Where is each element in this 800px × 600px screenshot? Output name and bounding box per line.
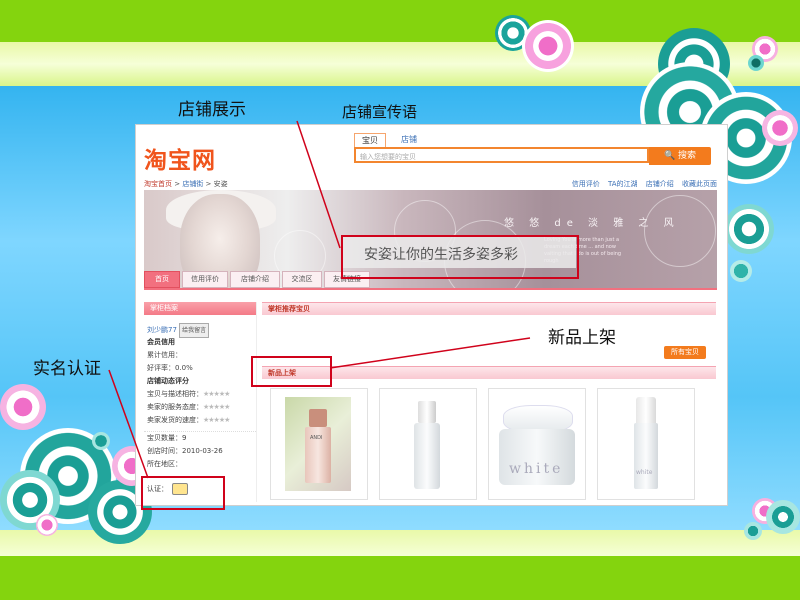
pointer-line (108, 369, 149, 479)
pointer-line (329, 337, 531, 369)
callout-shop-display: 店铺展示 (178, 100, 246, 120)
pointer-line (296, 120, 341, 249)
callout-real-name-cert: 实名认证 (33, 359, 101, 379)
annotation-lines (108, 120, 531, 479)
callout-shop-slogan: 店铺宣传语 (342, 103, 418, 121)
callout-new-arrivals: 新品上架 (548, 328, 616, 348)
